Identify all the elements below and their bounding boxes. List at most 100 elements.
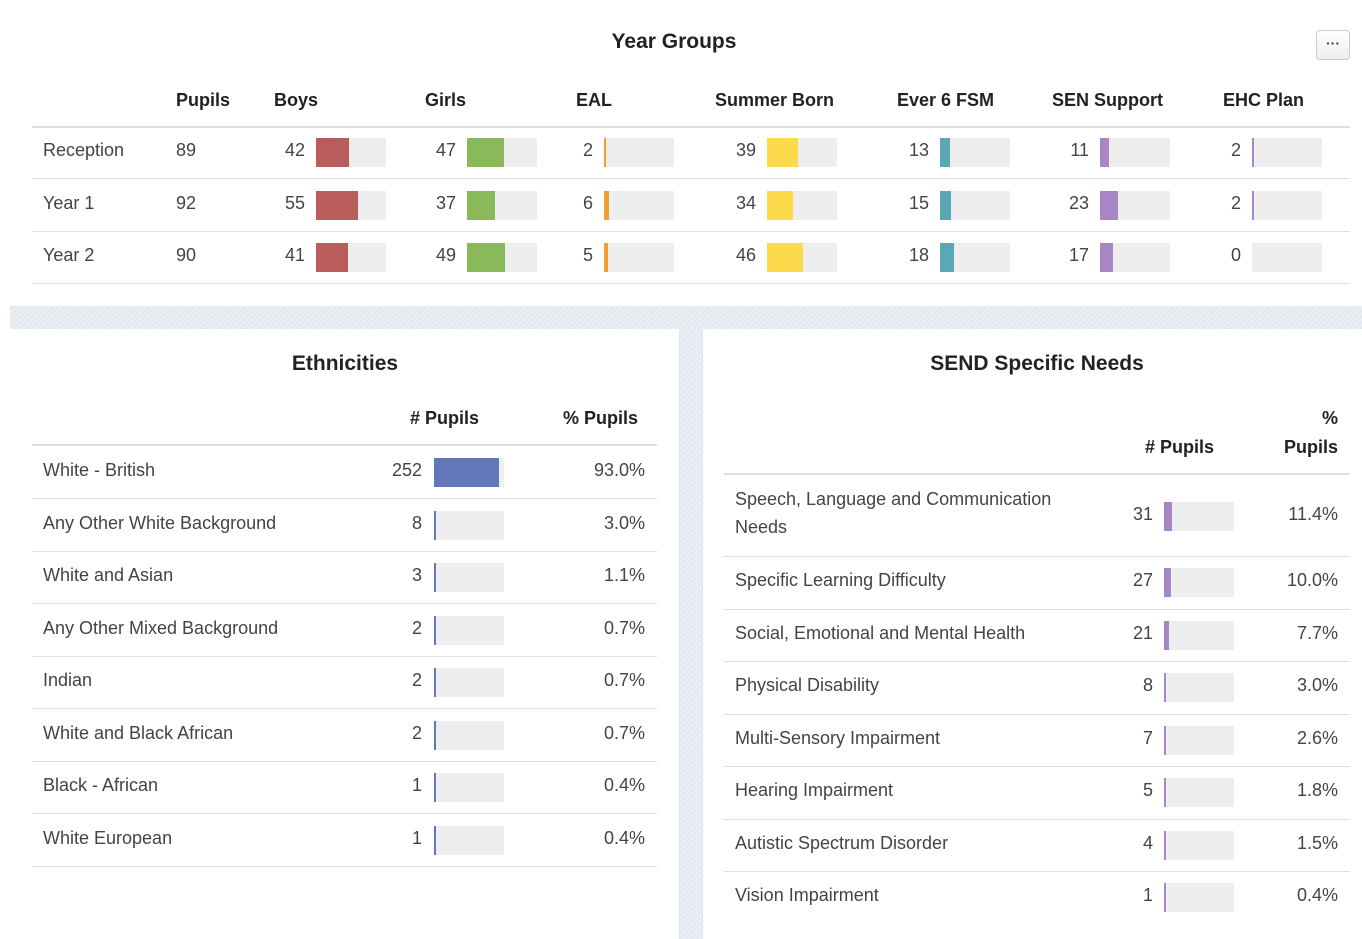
year-group-boys-bar-fill (316, 138, 350, 167)
year-group-boys-value: 55 (284, 192, 305, 213)
send-need-pct: 2.6% (1296, 727, 1338, 748)
ethnicities-row-rule (32, 550, 657, 552)
year-group-fsm-bar-fill (940, 190, 952, 220)
more-options-button[interactable]: ··· (1316, 30, 1350, 60)
year-group-fsm-value: 18 (908, 245, 929, 265)
send-need-bar (1164, 501, 1234, 531)
ethnicity-pct: 0.4% (603, 775, 645, 795)
year-group-eal-bar (604, 243, 674, 272)
send-need-bar-fill (1164, 725, 1166, 755)
send-need-pct: 11.4% (1288, 503, 1338, 524)
ethnicity-count: 2 (411, 722, 422, 743)
year-group-summer-born-bar (767, 243, 837, 272)
send-need-pct: 1.8% (1296, 780, 1338, 801)
ethnicity-pct: 0.7% (603, 617, 645, 638)
ethnicity-bar-fill (434, 458, 500, 487)
send-need-bar (1164, 778, 1234, 808)
year-group-summer-born-value: 46 (735, 245, 756, 265)
ethnicity-bar-fill (434, 615, 436, 645)
ethnicity-label: Indian (43, 670, 93, 690)
send-need-pct: 1.5% (1296, 832, 1338, 853)
year-group-fsm-value: 13 (908, 140, 929, 160)
send-row-rule (724, 766, 1350, 767)
year-group-eal-bar (604, 190, 674, 220)
ethnicities-row-rule (32, 865, 657, 867)
year-group-summer-born-bar-fill (767, 243, 803, 272)
year-group-boys-bar-fill (316, 243, 348, 272)
send-need-count: 7 (1142, 727, 1153, 748)
year-group-ehc-bar-fill (1252, 190, 1254, 220)
year-group-pupils: 90 (176, 245, 197, 265)
send-need-label: Social, Emotional and Mental Health (735, 622, 1026, 643)
year-group-girls-bar-fill (467, 243, 506, 272)
year-group-boys-bar (316, 243, 386, 272)
send-need-pct: 7.7% (1296, 622, 1338, 643)
send-need-bar (1164, 830, 1234, 860)
year-group-girls-value: 37 (435, 192, 456, 213)
year-groups-col-header: Girls (425, 90, 467, 110)
send-need-pct: 3.0% (1296, 675, 1338, 696)
send-need-bar-fill (1164, 501, 1172, 531)
send-need-bar (1164, 568, 1234, 598)
year-group-ehc-bar (1252, 243, 1322, 272)
year-groups-col-header: Ever 6 FSM (897, 90, 995, 110)
ethnicities-col-count: # Pupils (410, 408, 480, 428)
send-need-bar (1164, 673, 1234, 703)
year-group-pupils: 89 (176, 140, 197, 160)
year-groups-col-header: Pupils (176, 90, 231, 110)
send-header-rule (724, 473, 1350, 475)
send-row-rule (724, 556, 1350, 557)
ethnicity-bar (434, 773, 504, 802)
year-group-pupils: 92 (176, 192, 197, 213)
ethnicities-header-rule (32, 444, 657, 446)
send-need-label-line2: Needs (735, 517, 788, 537)
year-group-fsm-bar-fill (940, 243, 954, 272)
ethnicity-bar-fill (434, 720, 436, 750)
send-need-count: 31 (1132, 503, 1153, 524)
year-groups-col-header: EAL (576, 90, 612, 110)
year-group-summer-born-value: 39 (735, 140, 756, 160)
year-group-eal-value: 5 (582, 245, 593, 265)
year-groups-col-header: EHC Plan (1223, 90, 1305, 110)
send-need-count: 27 (1132, 570, 1153, 591)
send-need-label: Multi-Sensory Impairment (735, 727, 941, 748)
send-need-pct: 10.0% (1286, 570, 1338, 591)
year-group-sen-bar (1100, 138, 1170, 167)
send-need-bar-fill (1164, 778, 1166, 808)
ethnicity-bar-fill (434, 563, 436, 592)
ethnicity-bar (434, 615, 504, 645)
ethnicity-count: 2 (411, 670, 422, 690)
year-group-ehc-value: 2 (1230, 192, 1241, 213)
ethnicity-label: Any Other White Background (43, 512, 277, 533)
ethnicities-row-rule (32, 760, 657, 762)
year-group-summer-born-bar-fill (767, 190, 793, 220)
year-group-fsm-bar (940, 138, 1010, 167)
ethnicity-count: 3 (411, 565, 422, 585)
year-group-sen-bar-fill (1100, 138, 1109, 167)
send-title: SEND Specific Needs (930, 352, 1144, 375)
send-row-rule (724, 661, 1350, 662)
year-group-boys-bar (316, 190, 386, 220)
year-group-sen-value: 11 (1070, 140, 1089, 160)
ethnicities-row-rule (32, 655, 657, 657)
send-need-bar-fill (1164, 568, 1171, 598)
send-need-count: 5 (1142, 780, 1153, 801)
ethnicity-label: White and Asian (43, 565, 174, 585)
ethnicities-row-rule (32, 813, 657, 814)
send-need-count: 21 (1132, 622, 1153, 643)
ethnicity-bar (434, 720, 504, 750)
year-group-eal-bar-fill (604, 243, 608, 272)
panel-gutter (680, 329, 702, 939)
ethnicity-bar (434, 825, 504, 855)
send-col-pct-line1: % (1321, 408, 1338, 428)
send-need-label: Specific Learning Difficulty (735, 570, 946, 591)
send-need-bar (1164, 883, 1234, 913)
year-groups-col-header: Boys (274, 90, 319, 110)
year-group-sen-bar-fill (1100, 243, 1114, 272)
year-group-label: Year 2 (43, 245, 95, 265)
ethnicity-bar (434, 563, 504, 592)
year-group-fsm-value: 15 (908, 192, 929, 213)
send-row-rule (724, 818, 1350, 820)
ethnicity-count: 2 (411, 617, 422, 638)
year-groups-row-rule (32, 283, 1350, 284)
